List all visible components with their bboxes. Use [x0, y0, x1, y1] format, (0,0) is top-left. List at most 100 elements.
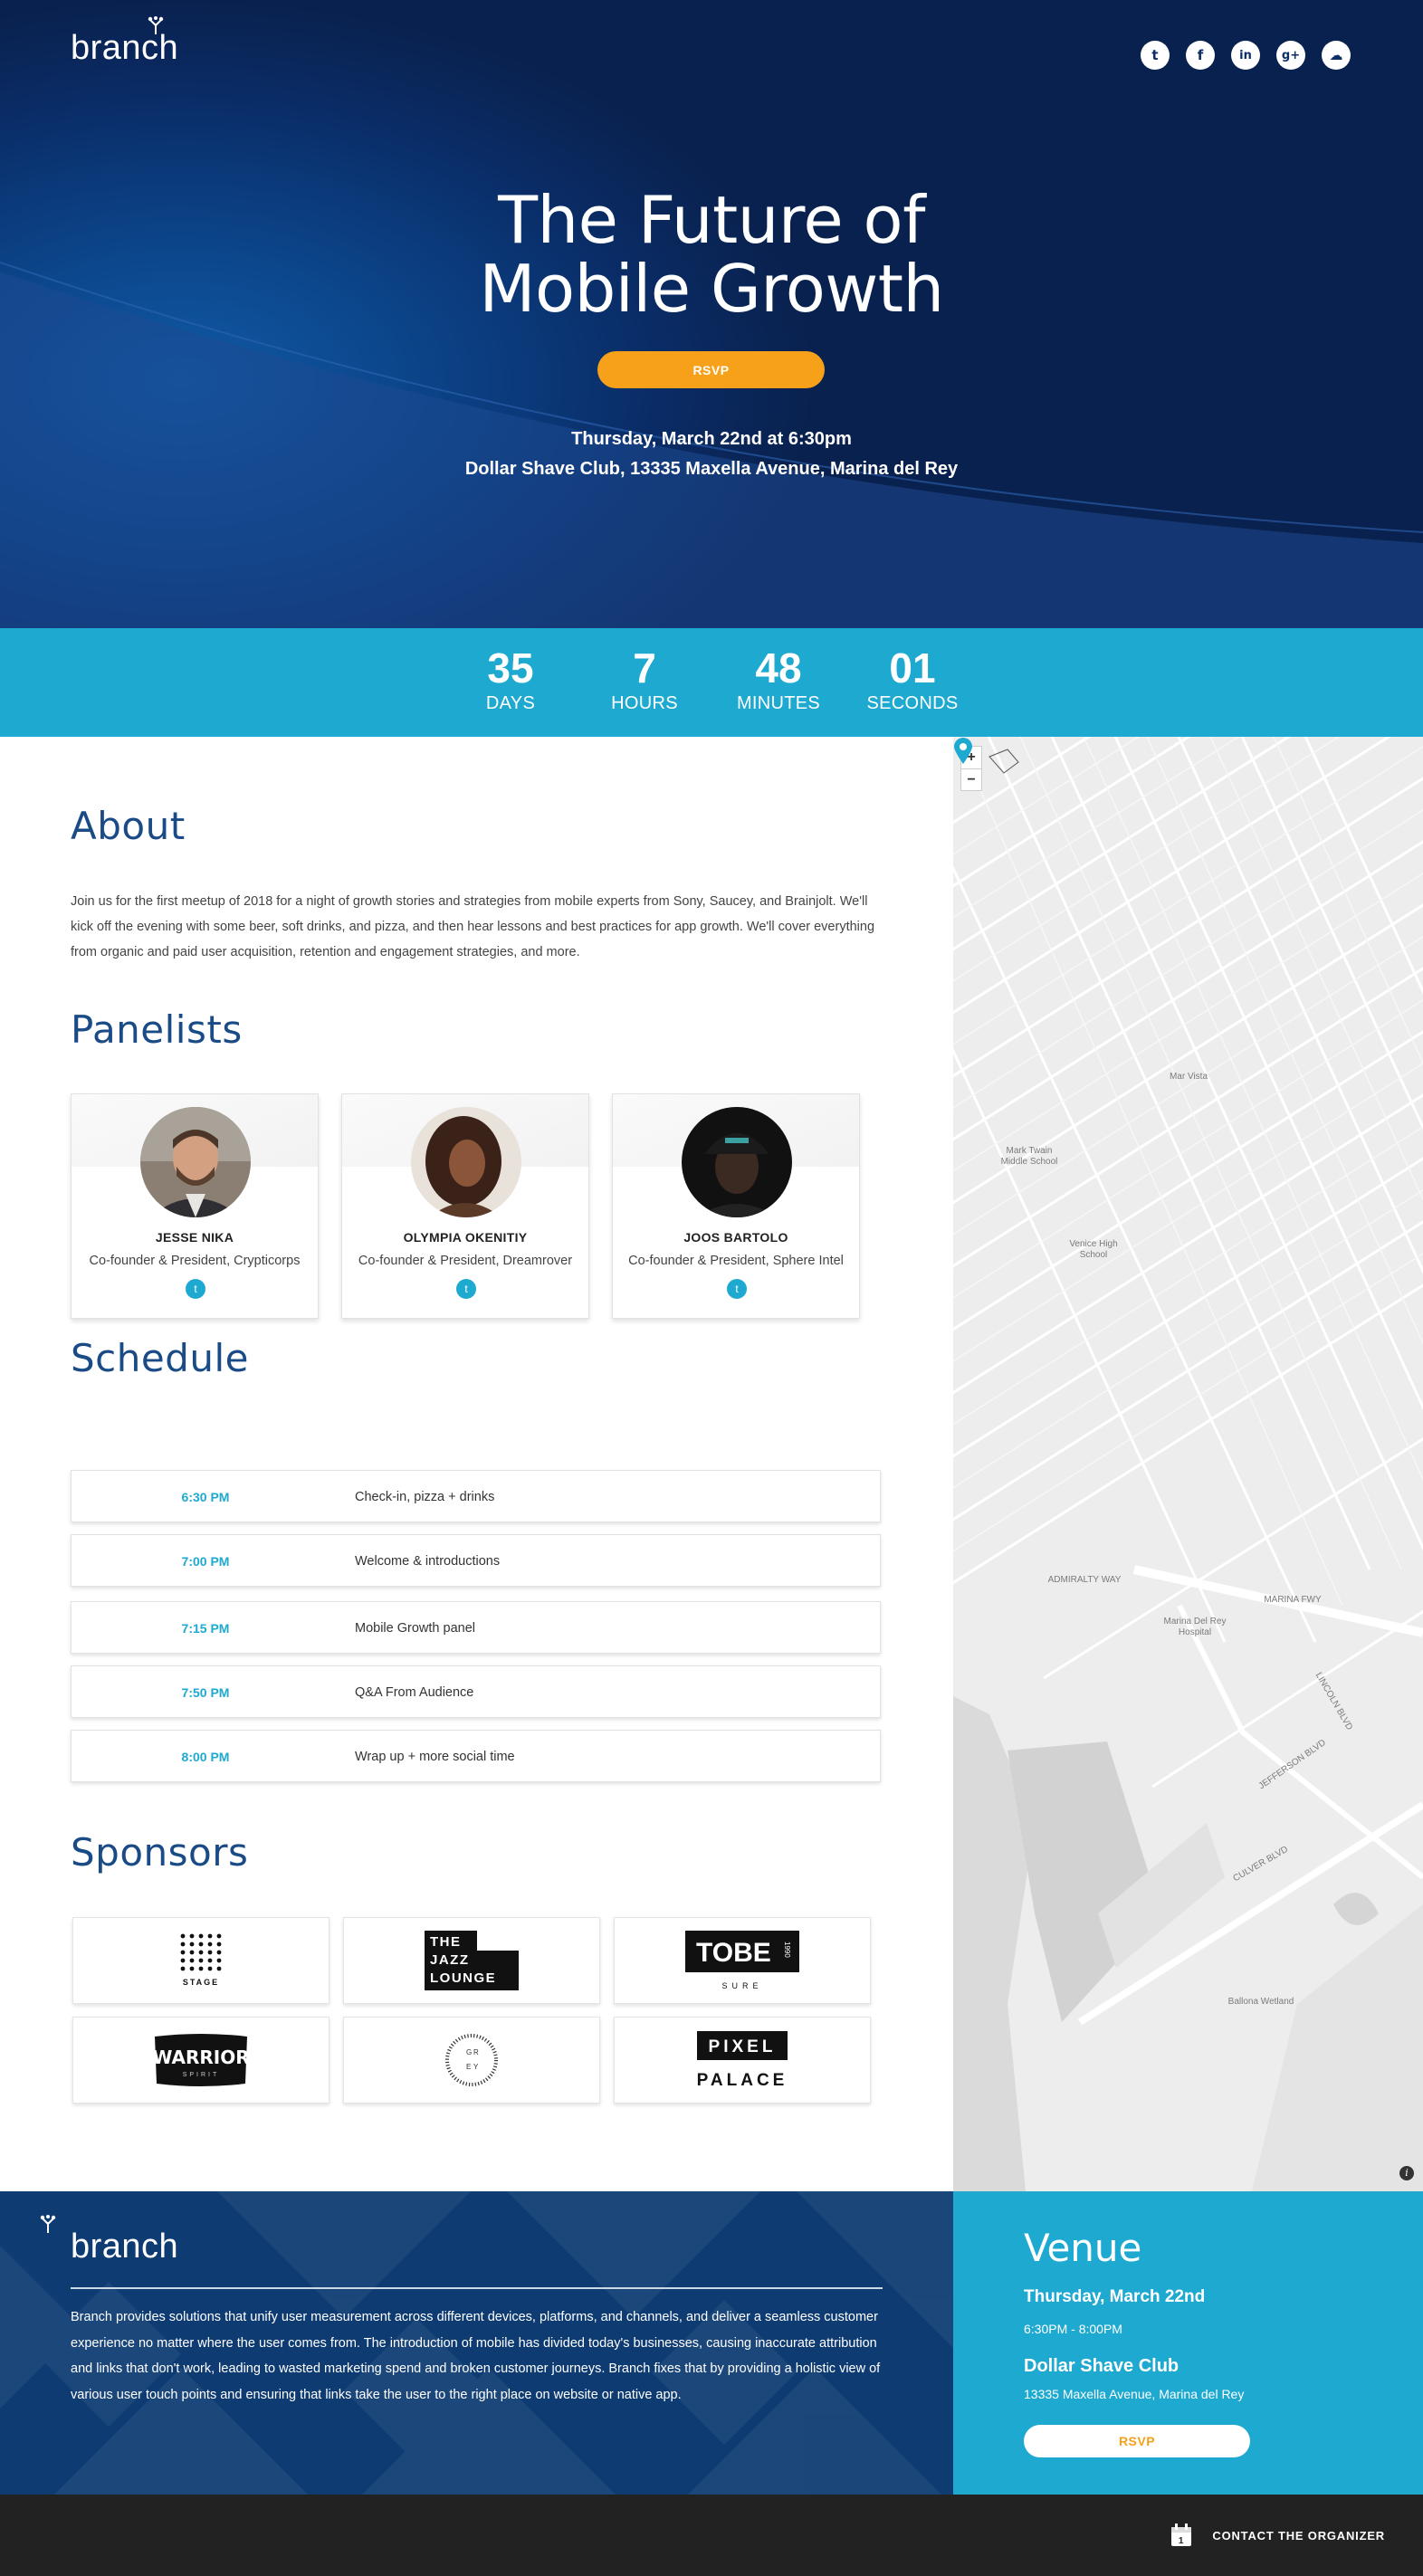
- twitter-icon[interactable]: t: [186, 1279, 205, 1299]
- schedule-time: 7:00 PM: [181, 1554, 230, 1569]
- schedule-desc: Welcome & introductions: [355, 1554, 501, 1569]
- schedule-row: 8:00 PM Wrap up + more social time: [71, 1730, 881, 1782]
- venue-panel: Venue Thursday, March 22nd 6:30PM - 8:00…: [953, 2191, 1423, 2495]
- venue-time: 6:30PM - 8:00PM: [1024, 2322, 1122, 2336]
- venue-rsvp-button[interactable]: RSVP: [1024, 2425, 1250, 2457]
- footer-divider: [71, 2287, 883, 2289]
- map-label-hospital: Marina Del Rey Hospital: [1163, 1617, 1227, 1637]
- jazz-lounge-logo: THE JAZZ LOUNGE: [425, 1931, 519, 1990]
- title-line-2: Mobile Growth: [479, 251, 944, 327]
- calendar-icon: 1: [1171, 2524, 1192, 2546]
- jazz-line-1: THE: [430, 1934, 462, 1950]
- sponsor-pixel-palace[interactable]: PIXEL PALACE: [614, 2017, 871, 2104]
- soundcloud-icon[interactable]: ☁: [1322, 41, 1351, 70]
- facebook-icon[interactable]: f: [1186, 41, 1215, 70]
- venue-map[interactable]: + − Mark Twain Middle School Venice High…: [953, 737, 1423, 2191]
- stage-text: STAGE: [183, 1978, 219, 1987]
- contact-organizer-button[interactable]: 1 CONTACT THE ORGANIZER: [1170, 2524, 1385, 2547]
- schedule-time: 6:30 PM: [181, 1490, 230, 1504]
- panelists-heading: Panelists: [71, 1007, 243, 1052]
- twitter-icon[interactable]: t: [456, 1279, 476, 1299]
- map-label-ballona: Ballona Wetland: [1227, 1997, 1294, 2007]
- schedule-desc: Wrap up + more social time: [355, 1750, 515, 1764]
- avatar: [682, 1107, 792, 1217]
- contact-label: CONTACT THE ORGANIZER: [1212, 2528, 1385, 2543]
- panelist-role: Co-founder & President, Sphere Intel: [628, 1254, 844, 1268]
- days-label: DAYS: [485, 693, 536, 713]
- sponsors-heading: Sponsors: [71, 1830, 249, 1875]
- warrior-logo: WARRIOR SPIRIT: [153, 2034, 249, 2086]
- tobe-year: 1990: [783, 1942, 791, 1958]
- grey-letter-e: E: [466, 2063, 471, 2071]
- schedule-desc: Q&A From Audience: [355, 1685, 474, 1700]
- linkedin-icon[interactable]: in: [1231, 41, 1260, 70]
- panelist-role: Co-founder & President, Crypticorps: [89, 1254, 301, 1268]
- panelist-photo-joos: [682, 1107, 792, 1217]
- map-info-icon[interactable]: i: [1399, 2166, 1414, 2180]
- twitter-icon[interactable]: t: [1141, 41, 1170, 70]
- schedule-desc: Check-in, pizza + drinks: [355, 1490, 495, 1504]
- google-plus-icon[interactable]: g+: [1276, 41, 1305, 70]
- bottom-bar: 1 CONTACT THE ORGANIZER: [0, 2495, 1423, 2576]
- grey-letter-r: R: [473, 2048, 479, 2056]
- schedule-heading: Schedule: [71, 1336, 249, 1380]
- sponsor-warrior[interactable]: WARRIOR SPIRIT: [72, 2017, 329, 2104]
- sponsor-tobe[interactable]: TOBE 1990 SURE: [614, 1917, 871, 2004]
- sprout-icon: [148, 16, 164, 34]
- map-pin-icon[interactable]: [953, 737, 973, 764]
- twitter-icon[interactable]: t: [727, 1279, 747, 1299]
- calendar-day: 1: [1179, 2536, 1184, 2546]
- sponsor-stage[interactable]: STAGE: [72, 1917, 329, 2004]
- jazz-line-2: JAZZ: [430, 1952, 470, 1968]
- avatar: [140, 1107, 251, 1217]
- warrior-sub: SPIRIT: [183, 2072, 220, 2078]
- zoom-out-button[interactable]: −: [961, 768, 981, 790]
- map-tiles: [953, 737, 1423, 2191]
- minutes-label: MINUTES: [736, 693, 821, 713]
- panelist-card: JOOS BARTOLO Co-founder & President, Sph…: [612, 1093, 860, 1319]
- grey-letter-y: Y: [473, 2063, 479, 2071]
- rsvp-button[interactable]: RSVP: [597, 351, 825, 388]
- branch-logo[interactable]: branch: [71, 16, 178, 65]
- footer-logo[interactable]: branch: [40, 2215, 179, 2266]
- venue-address: 13335 Maxella Avenue, Marina del Rey: [1024, 2387, 1245, 2401]
- days-value: 35: [487, 644, 534, 692]
- sprout-icon: [40, 2215, 56, 2233]
- schedule-row: 7:15 PM Mobile Growth panel: [71, 1601, 881, 1654]
- countdown-minutes: 48 MINUTES: [712, 628, 845, 737]
- panelist-name: OLYMPIA OKENITIY: [403, 1230, 528, 1245]
- panelist-card: OLYMPIA OKENITIY Co-founder & President,…: [341, 1093, 589, 1319]
- title-line-1: The Future of: [498, 182, 925, 258]
- countdown-days: 35 DAYS: [444, 628, 578, 737]
- palace-text: PALACE: [697, 2071, 788, 2090]
- avatar: [411, 1107, 521, 1217]
- event-date: Thursday, March 22nd at 6:30pm: [571, 429, 852, 449]
- countdown-seconds: 01 SECONDS: [845, 628, 979, 737]
- countdown-bar: 35 DAYS 7 HOURS 48 MINUTES 01 SECONDS: [0, 628, 1423, 737]
- footer-wordmark: branch: [71, 2228, 179, 2266]
- social-links: t f in g+ ☁: [1141, 41, 1351, 70]
- schedule-time: 8:00 PM: [181, 1750, 230, 1764]
- sponsor-jazz-lounge[interactable]: THE JAZZ LOUNGE: [343, 1917, 600, 2004]
- hours-label: HOURS: [611, 693, 678, 713]
- map-label-marina-fwy: MARINA FWY: [1264, 1595, 1322, 1605]
- panelist-photo-olympia: [411, 1107, 521, 1217]
- panelist-name: JOOS BARTOLO: [683, 1230, 788, 1245]
- jazz-line-3: LOUNGE: [430, 1970, 496, 1986]
- schedule-desc: Mobile Growth panel: [355, 1621, 475, 1636]
- map-label-mark-twain: Mark Twain Middle School: [1000, 1146, 1058, 1167]
- event-location: Dollar Shave Club, 13335 Maxella Avenue,…: [464, 459, 959, 479]
- venue-heading: Venue: [1024, 2226, 1142, 2270]
- pixel-palace-logo: PIXEL PALACE: [697, 2031, 788, 2090]
- warrior-text: WARRIOR: [153, 2046, 249, 2068]
- map-label-venice-high: Venice High School: [1069, 1239, 1118, 1260]
- schedule-row: 7:00 PM Welcome & introductions: [71, 1534, 881, 1587]
- panelist-role: Co-founder & President, Dreamrover: [358, 1254, 573, 1268]
- grey-letter-g: G: [466, 2048, 472, 2056]
- page-title: The Future of Mobile Growth: [0, 186, 1423, 323]
- schedule-time: 7:50 PM: [181, 1685, 230, 1700]
- footer-description: Branch provides solutions that unify use…: [71, 2310, 881, 2402]
- sponsor-grey[interactable]: G R E Y: [343, 2017, 600, 2104]
- panelist-name: JESSE NIKA: [155, 1230, 234, 1245]
- schedule-time: 7:15 PM: [181, 1621, 230, 1636]
